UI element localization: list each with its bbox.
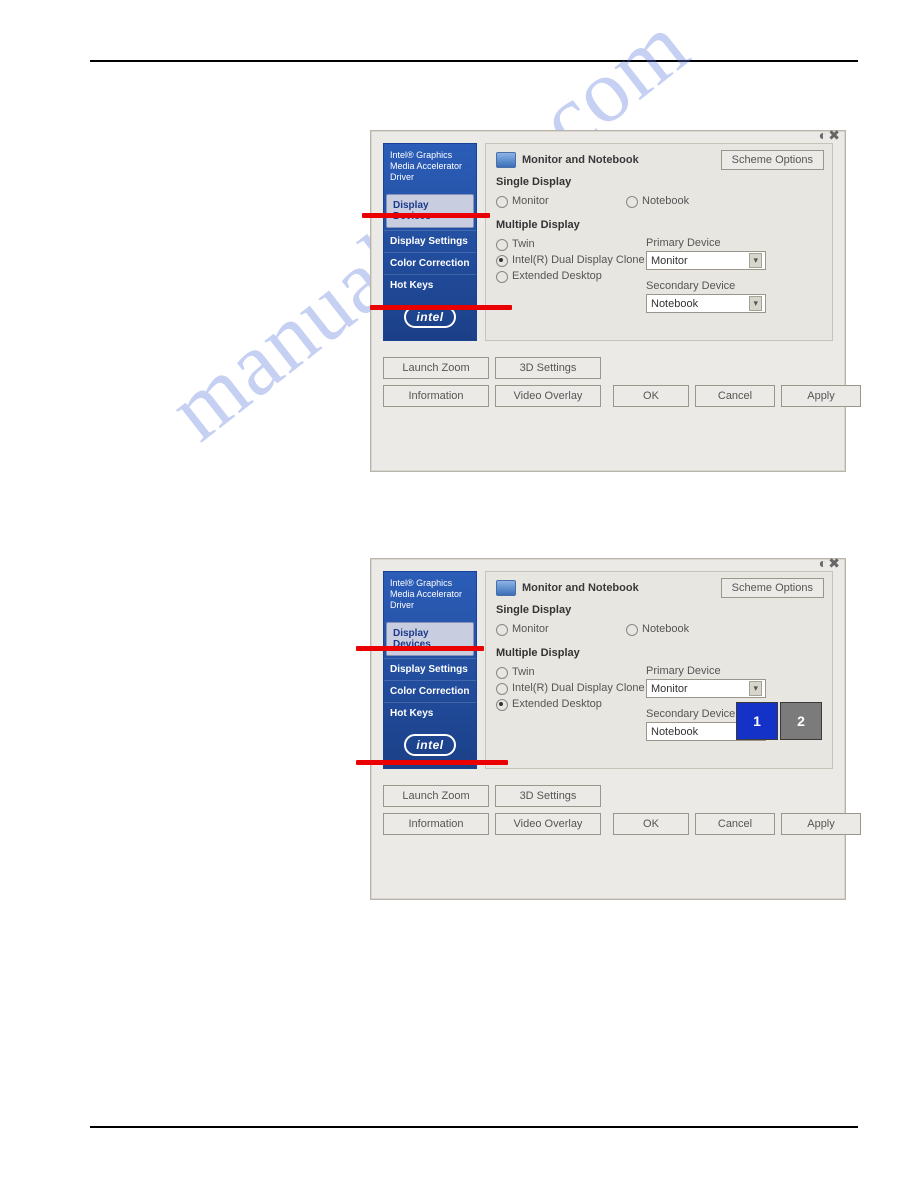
page-bottom-rule	[90, 1126, 858, 1128]
close-icon[interactable]: ✖	[828, 127, 841, 143]
highlight-display-devices-1	[362, 213, 490, 218]
panel-title: Monitor and Notebook	[522, 154, 639, 166]
ok-button[interactable]: OK	[613, 385, 689, 407]
page-root: manualslive.com ◐✖ Intel® Graphics Media…	[0, 0, 918, 1188]
cancel-button[interactable]: Cancel	[695, 385, 775, 407]
secondary-device-select[interactable]: Notebook	[646, 294, 766, 313]
scheme-options-button[interactable]: Scheme Options	[721, 150, 824, 170]
scheme-options-button[interactable]: Scheme Options	[721, 578, 824, 598]
titlebar-icons: ◐✖	[819, 127, 841, 144]
sidebar-item-display-settings[interactable]: Display Settings	[384, 658, 476, 680]
single-display-label: Single Display	[496, 176, 822, 188]
radio-monitor[interactable]: Monitor	[496, 195, 626, 208]
sidebar-item-hot-keys[interactable]: Hot Keys	[384, 274, 476, 296]
single-display-label: Single Display	[496, 604, 822, 616]
thumb-primary[interactable]: 1	[736, 702, 778, 740]
monitor-icon	[496, 152, 516, 168]
3d-settings-button[interactable]: 3D Settings	[495, 357, 601, 379]
radio-notebook[interactable]: Notebook	[626, 623, 689, 636]
sidebar-item-color-correction[interactable]: Color Correction	[384, 252, 476, 274]
launch-zoom-button[interactable]: Launch Zoom	[383, 785, 489, 807]
sidebar-driver-title: Intel® Graphics Media Accelerator Driver	[384, 144, 476, 192]
thumb-secondary[interactable]: 2	[780, 702, 822, 740]
multiple-display-label: Multiple Display	[496, 647, 822, 659]
display-arrangement-thumbnails[interactable]: 1 2	[736, 702, 822, 740]
intel-logo: intel	[384, 296, 476, 340]
information-button[interactable]: Information	[383, 385, 489, 407]
radio-extended-desktop[interactable]: Extended Desktop	[496, 270, 646, 283]
sidebar-item-hot-keys[interactable]: Hot Keys	[384, 702, 476, 724]
apply-button[interactable]: Apply	[781, 385, 861, 407]
sidebar-item-display-devices[interactable]: Display Devices	[386, 194, 474, 228]
sidebar-item-color-correction[interactable]: Color Correction	[384, 680, 476, 702]
apply-button[interactable]: Apply	[781, 813, 861, 835]
sidebar-item-display-settings[interactable]: Display Settings	[384, 230, 476, 252]
bottom-button-bar: Launch Zoom Information 3D Settings Vide…	[371, 777, 845, 845]
intel-display-dialog-2: ◐✖ Intel® Graphics Media Accelerator Dri…	[370, 558, 846, 900]
information-button[interactable]: Information	[383, 813, 489, 835]
titlebar-icons: ◐✖	[819, 555, 841, 572]
close-icon[interactable]: ✖	[828, 555, 841, 571]
sidebar: Intel® Graphics Media Accelerator Driver…	[383, 571, 477, 769]
monitor-icon	[496, 580, 516, 596]
primary-device-label: Primary Device	[646, 237, 766, 249]
cancel-button[interactable]: Cancel	[695, 813, 775, 835]
multiple-display-label: Multiple Display	[496, 219, 822, 231]
radio-monitor[interactable]: Monitor	[496, 623, 626, 636]
radio-notebook[interactable]: Notebook	[626, 195, 689, 208]
radio-dual-display-clone[interactable]: Intel(R) Dual Display Clone	[496, 254, 646, 267]
video-overlay-button[interactable]: Video Overlay	[495, 385, 601, 407]
radio-extended-desktop[interactable]: Extended Desktop	[496, 698, 646, 711]
help-icon[interactable]: ◐	[819, 127, 828, 143]
sidebar-item-display-devices[interactable]: Display Devices	[386, 622, 474, 656]
highlight-display-devices-2	[356, 646, 484, 651]
primary-device-label: Primary Device	[646, 665, 766, 677]
settings-panel: Monitor and Notebook Scheme Options Sing…	[485, 571, 833, 769]
sidebar-driver-title: Intel® Graphics Media Accelerator Driver	[384, 572, 476, 620]
primary-device-select[interactable]: Monitor	[646, 679, 766, 698]
highlight-extended-desktop-2	[356, 760, 508, 765]
highlight-dual-clone-1	[370, 305, 512, 310]
settings-panel: Monitor and Notebook Scheme Options Sing…	[485, 143, 833, 341]
intel-display-dialog-1: ◐✖ Intel® Graphics Media Accelerator Dri…	[370, 130, 846, 472]
3d-settings-button[interactable]: 3D Settings	[495, 785, 601, 807]
primary-device-select[interactable]: Monitor	[646, 251, 766, 270]
secondary-device-label: Secondary Device	[646, 280, 766, 292]
sidebar: Intel® Graphics Media Accelerator Driver…	[383, 143, 477, 341]
panel-title: Monitor and Notebook	[522, 582, 639, 594]
page-top-rule	[90, 60, 858, 62]
video-overlay-button[interactable]: Video Overlay	[495, 813, 601, 835]
ok-button[interactable]: OK	[613, 813, 689, 835]
radio-dual-display-clone[interactable]: Intel(R) Dual Display Clone	[496, 682, 646, 695]
launch-zoom-button[interactable]: Launch Zoom	[383, 357, 489, 379]
radio-twin[interactable]: Twin	[496, 238, 646, 251]
radio-twin[interactable]: Twin	[496, 666, 646, 679]
bottom-button-bar: Launch Zoom Information 3D Settings Vide…	[371, 349, 845, 417]
help-icon[interactable]: ◐	[819, 555, 828, 571]
